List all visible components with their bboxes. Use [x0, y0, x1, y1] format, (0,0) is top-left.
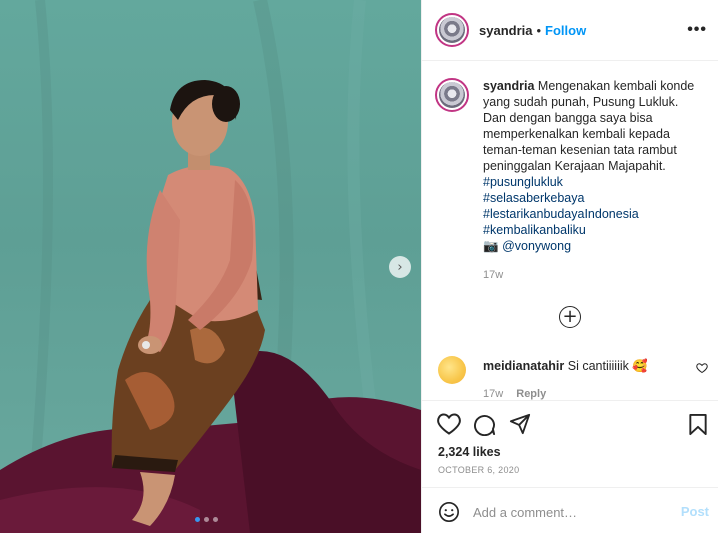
- add-comment-bar: Post: [422, 487, 718, 533]
- likes-count[interactable]: 2,324 likes: [438, 445, 501, 459]
- carousel-dots: [195, 517, 218, 522]
- photo-illustration: [0, 0, 421, 533]
- comment-input[interactable]: [473, 501, 663, 523]
- carousel-dot: [213, 517, 218, 522]
- more-options-icon[interactable]: •••: [687, 21, 707, 39]
- post-photo[interactable]: ›: [0, 0, 421, 533]
- avatar-image: [439, 17, 465, 43]
- post-side-panel: syandria • Follow ••• syandria Mengenaka…: [421, 0, 718, 533]
- hashtag-link[interactable]: #pusunglukluk: [483, 175, 563, 189]
- avatar-image: [439, 82, 465, 108]
- comment-heart-icon[interactable]: [696, 362, 708, 374]
- hashtag-link[interactable]: #kembalikanbaliku: [483, 222, 703, 238]
- plus-circle-icon[interactable]: +: [559, 306, 581, 328]
- caption-username[interactable]: syandria: [483, 79, 534, 93]
- post-button[interactable]: Post: [681, 504, 709, 519]
- avatar[interactable]: [435, 13, 469, 47]
- hashtag-link[interactable]: #selasaberkebaya: [483, 190, 703, 206]
- comment-text-line: meidianatahir Si cantiiiiiik 🥰: [483, 358, 648, 374]
- reply-button[interactable]: Reply: [516, 388, 546, 400]
- comment-icon[interactable]: [473, 413, 496, 436]
- comment-timestamp[interactable]: 17w: [483, 388, 503, 400]
- heart-icon[interactable]: [437, 413, 461, 435]
- post-header: syandria • Follow •••: [422, 0, 718, 61]
- caption-timestamp[interactable]: 17w: [483, 267, 703, 283]
- follow-button[interactable]: Follow: [545, 23, 586, 38]
- carousel-dot: [204, 517, 209, 522]
- mention-link[interactable]: @vonywong: [502, 239, 571, 253]
- author-username[interactable]: syandria: [479, 23, 532, 38]
- caption-avatar[interactable]: [435, 78, 469, 112]
- save-icon[interactable]: [688, 413, 708, 436]
- separator-dot: •: [536, 22, 542, 38]
- comment-body: meidianatahir Si cantiiiiiik 🥰 17w Reply: [483, 356, 648, 400]
- share-icon[interactable]: [509, 413, 531, 435]
- comment-username[interactable]: meidianatahir: [483, 359, 564, 373]
- post-date: OCTOBER 6, 2020: [438, 465, 520, 475]
- comment-meta: 17w Reply: [483, 388, 648, 400]
- hashtag-link[interactable]: #lestarikanbudayaIndonesia: [483, 206, 703, 222]
- emoji-icon[interactable]: [438, 501, 460, 523]
- caption-text: Mengenakan kembali konde yang sudah puna…: [483, 79, 695, 173]
- chevron-right-icon: ›: [397, 259, 403, 275]
- caption: syandria Mengenakan kembali konde yang s…: [435, 78, 710, 283]
- next-slide-button[interactable]: ›: [389, 256, 411, 278]
- comment-text: Si cantiiiiiik 🥰: [567, 359, 648, 373]
- action-bar: 2,324 likes OCTOBER 6, 2020 Post: [422, 400, 718, 533]
- camera-emoji: 📷: [483, 239, 499, 253]
- comment-avatar[interactable]: [438, 356, 466, 384]
- carousel-dot-active: [195, 517, 200, 522]
- comment-item: meidianatahir Si cantiiiiiik 🥰 17w Reply: [438, 356, 708, 400]
- caption-body: syandria Mengenakan kembali konde yang s…: [483, 78, 703, 283]
